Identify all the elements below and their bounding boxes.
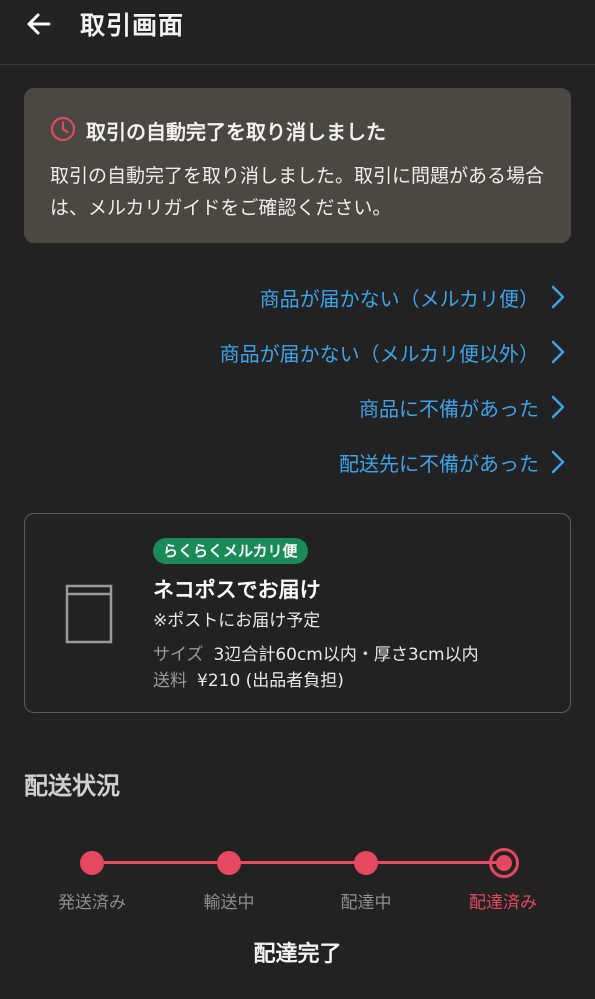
app-bar: 取引画面 — [0, 0, 595, 65]
shipping-size-row: サイズ 3辺合計60cm以内・厚さ3cm以内 — [153, 640, 479, 665]
step-label-out-for-delivery: 配達中 — [340, 893, 392, 913]
step-label-shipped: 発送済み — [58, 893, 126, 913]
chevron-right-icon — [551, 450, 565, 474]
shipping-method: ネコポスでお届け — [153, 578, 321, 602]
step-dot-out-for-delivery — [354, 851, 378, 875]
link-label: 商品に不備があった — [359, 396, 539, 421]
link-not-delivered-other[interactable]: 商品が届かない（メルカリ便以外） — [220, 337, 565, 367]
link-label: 配送先に不備があった — [339, 451, 539, 476]
chevron-right-icon — [551, 340, 565, 364]
shipping-note: ※ポストにお届け予定 — [153, 611, 321, 631]
step-dot-shipped — [80, 851, 104, 875]
shipping-status-title: 配送状況 — [24, 772, 120, 800]
auto-complete-cancelled-notice: 取引の自動完了を取り消しました 取引の自動完了を取り消しました。取引に問題がある… — [24, 88, 571, 243]
page-title: 取引画面 — [80, 11, 185, 40]
delivery-result: 配達完了 — [253, 942, 342, 967]
chevron-right-icon — [551, 285, 565, 309]
shipping-fee-row: 送料 ¥210 (出品者負担) — [153, 666, 344, 691]
envelope-icon — [65, 584, 113, 644]
link-label: 商品が届かない（メルカリ便以外） — [219, 341, 539, 366]
notice-title: 取引の自動完了を取り消しました — [86, 120, 386, 144]
link-item-defect[interactable]: 商品に不備があった — [359, 392, 565, 422]
notice-body: 取引の自動完了を取り消しました。取引に問題がある場合は、メルカリガイドをご確認く… — [50, 165, 545, 219]
progress-track — [92, 861, 504, 864]
clock-icon — [50, 116, 76, 142]
shipping-method-card: らくらくメルカリ便 ネコポスでお届け ※ポストにお届け予定 サイズ 3辺合計60c… — [24, 513, 571, 713]
fee-label: 送料 — [153, 671, 187, 691]
step-dot-in-transit — [217, 851, 241, 875]
size-label: サイズ — [153, 645, 204, 665]
step-dot-delivered-current — [489, 848, 519, 878]
step-label-in-transit: 輸送中 — [203, 893, 255, 913]
shipping-badge: らくらくメルカリ便 — [153, 538, 308, 564]
step-label-delivered: 配達済み — [469, 893, 537, 913]
back-arrow-icon[interactable] — [22, 8, 54, 40]
link-not-delivered-mercari[interactable]: 商品が届かない（メルカリ便） — [260, 282, 565, 312]
fee-value: ¥210 (出品者負担) — [197, 671, 344, 691]
chevron-right-icon — [551, 395, 565, 419]
link-label: 商品が届かない（メルカリ便） — [259, 286, 539, 311]
link-address-defect[interactable]: 配送先に不備があった — [339, 447, 565, 477]
size-value: 3辺合計60cm以内・厚さ3cm以内 — [213, 645, 479, 665]
